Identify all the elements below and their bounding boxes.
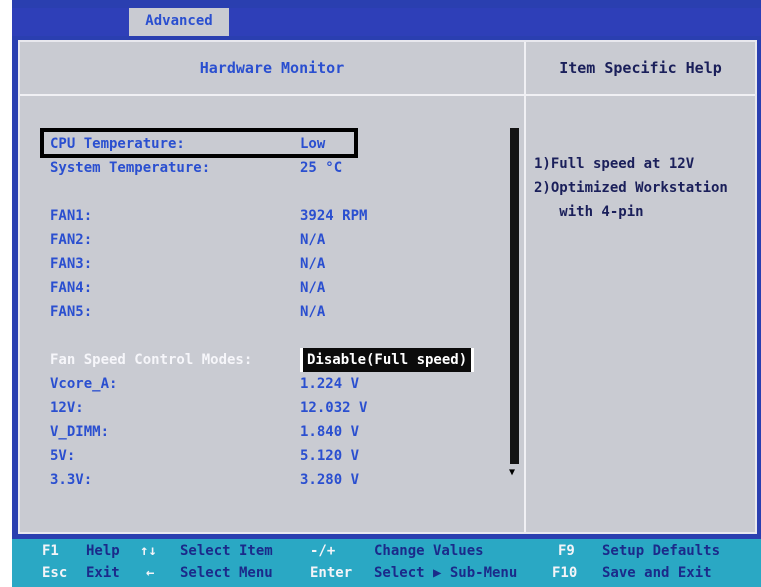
row-12v[interactable]: 12V: 12.032 V [50,396,510,420]
row-v-dimm[interactable]: V_DIMM: 1.840 V [50,420,510,444]
help-title: Item Specific Help [559,59,722,77]
row-5v[interactable]: 5V: 5.120 V [50,444,510,468]
row-label: FAN3: [50,256,93,272]
row-value: 25 °C [300,160,343,176]
key-desc-setup-defaults: Setup Defaults [602,543,721,559]
row-vcore-a[interactable]: Vcore_A: 1.224 V [50,372,510,396]
scroll-down-arrow-icon[interactable]: ▼ [509,468,519,478]
main-panel: Hardware Monitor Item Specific Help CPU … [18,40,757,534]
help-line-1: 1)Full speed at 12V [534,156,695,172]
row-fan1[interactable]: FAN1: 3924 RPM [50,204,510,228]
row-fan3[interactable]: FAN3: N/A [50,252,510,276]
page-title: Hardware Monitor [199,59,345,77]
key-desc-select-menu: Select Menu [180,565,273,581]
header-divider [20,94,755,96]
help-divider [524,42,526,532]
row-fan4[interactable]: FAN4: N/A [50,276,510,300]
key-f9: F9 [558,543,575,559]
row-label: 3.3V: [50,472,93,488]
row-label: FAN4: [50,280,93,296]
row-label: V_DIMM: [50,424,110,440]
row-label: Fan Speed Control Modes: [50,352,253,368]
key-desc-change-values: Change Values [374,543,484,559]
fan-mode-selector[interactable]: Disable(Full speed) [300,348,475,372]
key-desc-save-and-exit: Save and Exit [602,565,712,581]
key-up-down-icon: ↑↓ [140,543,157,559]
row-fan5[interactable]: FAN5: N/A [50,300,510,324]
key-left-arrow-icon: ← [146,565,155,581]
row-label: Vcore_A: [50,376,118,392]
row-label: FAN1: [50,208,93,224]
row-system-temperature[interactable]: System Temperature: 25 °C [50,156,510,180]
row-value: 1.224 V [300,376,360,392]
key-desc-select-item: Select Item [180,543,273,559]
key-desc-exit: Exit [86,565,120,581]
key-f10: F10 [552,565,578,581]
row-value: 5.120 V [300,448,360,464]
row-label: FAN5: [50,304,93,320]
key-f1: F1 [42,543,59,559]
row-value: N/A [300,304,326,320]
scrollbar[interactable] [510,128,519,464]
tab-advanced[interactable]: Advanced [129,8,229,36]
row-fan-speed-control-modes[interactable]: Fan Speed Control Modes: Disable(Full sp… [50,348,510,372]
row-label: FAN2: [50,232,93,248]
row-value: N/A [300,232,326,248]
help-line-3: with 4-pin [534,204,644,220]
row-value: N/A [300,280,326,296]
key-desc-help: Help [86,543,120,559]
help-line-2: 2)Optimized Workstation [534,180,728,196]
row-label: 12V: [50,400,84,416]
bios-screen: Advanced Hardware Monitor Item Specific … [12,0,761,587]
row-value: 3924 RPM [300,208,368,224]
row-value: 1.840 V [300,424,360,440]
row-value: N/A [300,256,326,272]
row-value: 3.280 V [300,472,360,488]
key-enter: Enter [310,565,353,581]
row-label: 5V: [50,448,76,464]
tab-bar: Advanced [12,8,761,36]
key-esc: Esc [42,565,68,581]
row-value: 12.032 V [300,400,368,416]
key-help-bar: F1 Help ↑↓ Select Item -/+ Change Values… [12,539,761,587]
key-minus-plus: -/+ [310,543,336,559]
row-fan2[interactable]: FAN2: N/A [50,228,510,252]
row-3-3v[interactable]: 3.3V: 3.280 V [50,468,510,492]
key-desc-select-sub-menu: Select ▶ Sub-Menu [374,565,518,581]
highlight-box [40,128,358,158]
row-label: System Temperature: [50,160,211,176]
